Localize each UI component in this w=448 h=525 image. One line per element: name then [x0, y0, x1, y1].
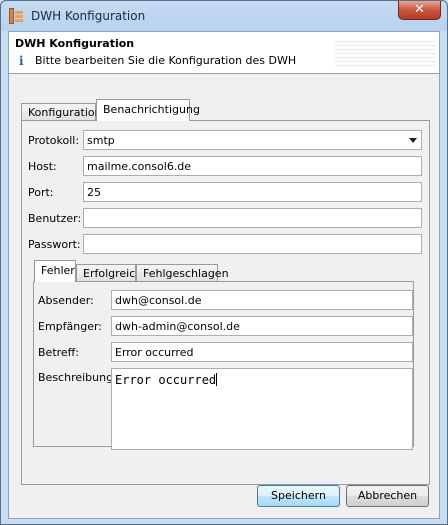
tab-label: Benachrichtigung [103, 103, 200, 116]
tab-konfiguration[interactable]: Konfiguration [21, 103, 102, 120]
sender-input[interactable]: dwh@consol.de [111, 290, 413, 310]
text-caret [216, 373, 218, 386]
description-label: Beschreibung: [38, 371, 117, 384]
dialog-header: DWH Konfiguration i Bitte bearbeiten Sie… [9, 32, 439, 74]
dialog-window: DWH Konfiguration ✕ DWH Konfiguration i … [0, 0, 448, 525]
header-description: Bitte bearbeiten Sie die Konfiguration d… [35, 54, 297, 67]
protocol-value: smtp [87, 134, 115, 147]
protocol-label: Protokoll: [28, 134, 80, 147]
user-label: Benutzer: [28, 212, 82, 225]
tab-label: Konfiguration [28, 106, 102, 119]
tab-label: Fehler [41, 264, 75, 277]
chevron-down-icon[interactable] [409, 138, 417, 143]
close-button[interactable]: ✕ [398, 1, 441, 20]
description-text: Error occurred [115, 373, 217, 387]
close-icon: ✕ [414, 2, 425, 17]
host-input[interactable]: mailme.consol6.de [83, 156, 422, 176]
host-label: Host: [28, 160, 57, 173]
recipient-label: Empfänger: [38, 320, 103, 333]
header-decoration [335, 38, 435, 68]
tab-label: Fehlgeschlagen [143, 267, 229, 280]
port-input[interactable]: 25 [83, 182, 422, 202]
tab-fehler[interactable]: Fehler [34, 260, 76, 282]
tab-fehlgeschlagen[interactable]: Fehlgeschlagen [136, 264, 229, 281]
user-input[interactable] [83, 208, 422, 228]
app-icon [9, 8, 23, 24]
tab-erfolgreich[interactable]: Erfolgreich [76, 264, 142, 281]
subject-input[interactable]: Error occurred [111, 342, 413, 362]
sender-label: Absender: [38, 294, 94, 307]
title-bar[interactable]: DWH Konfiguration ✕ [1, 1, 447, 31]
tab-benachrichtigung[interactable]: Benachrichtigung [96, 99, 200, 121]
save-button[interactable]: Speichern [257, 485, 340, 507]
recipient-input[interactable]: dwh-admin@consol.de [111, 316, 413, 336]
tab-label: Erfolgreich [83, 267, 143, 280]
header-title: DWH Konfiguration [15, 37, 135, 50]
description-textarea[interactable]: Error occurred [111, 368, 413, 450]
dialog-client: DWH Konfiguration i Bitte bearbeiten Sie… [8, 31, 440, 519]
mail-panel: Absender: dwh@consol.de Empfänger: dwh-a… [33, 281, 414, 450]
window-title: DWH Konfiguration [31, 9, 146, 23]
protocol-select[interactable]: smtp [83, 130, 422, 150]
cancel-button[interactable]: Abbrechen [346, 485, 429, 507]
password-input[interactable] [83, 234, 422, 254]
subject-label: Betreff: [38, 346, 79, 359]
info-icon: i [19, 54, 24, 68]
password-label: Passwort: [28, 238, 81, 251]
port-label: Port: [28, 186, 54, 199]
